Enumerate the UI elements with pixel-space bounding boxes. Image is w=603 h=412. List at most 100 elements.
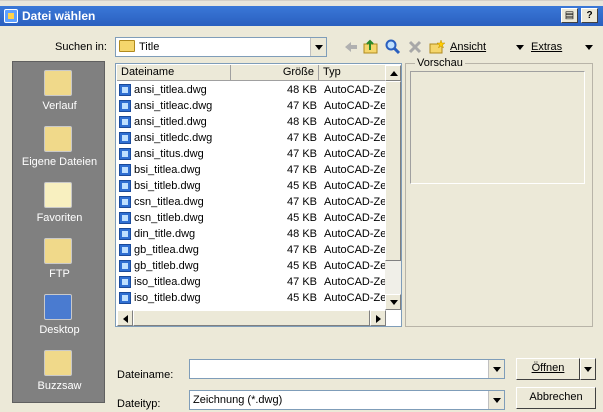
file-row[interactable]: bsi_titlea.dwg 47 KB AutoCAD-Zeic — [117, 162, 386, 178]
file-size: 47 KB — [287, 132, 317, 144]
file-size: 45 KB — [287, 292, 317, 304]
file-row[interactable]: csn_titlea.dwg 47 KB AutoCAD-Zeic — [117, 194, 386, 210]
place-favoriten[interactable]: Favoriten — [13, 178, 106, 238]
new-folder-icon[interactable] — [429, 39, 445, 55]
preview-label: Vorschau — [415, 57, 465, 69]
file-name: ansi_titledc.dwg — [134, 132, 213, 144]
dwg-file-icon — [119, 132, 131, 144]
file-row[interactable]: gb_titlea.dwg 47 KB AutoCAD-Zeic — [117, 242, 386, 258]
file-type: AutoCAD-Zeic — [324, 276, 386, 288]
file-size: 47 KB — [287, 100, 317, 112]
cancel-button[interactable]: Abbrechen — [516, 387, 596, 409]
open-options-button[interactable] — [580, 358, 596, 380]
vertical-scrollbar[interactable] — [385, 65, 401, 310]
file-name: iso_titleb.dwg — [134, 292, 201, 304]
file-type: AutoCAD-Zeic — [324, 212, 386, 224]
view-dropdown-icon[interactable] — [516, 45, 524, 50]
place-verlauf[interactable]: Verlauf — [13, 66, 106, 126]
file-name: din_title.dwg — [134, 228, 196, 240]
file-row[interactable]: ansi_titledc.dwg 47 KB AutoCAD-Zeic — [117, 130, 386, 146]
lookin-combo[interactable]: Title — [115, 37, 327, 57]
file-row[interactable]: ansi_titus.dwg 47 KB AutoCAD-Zeic — [117, 146, 386, 162]
preview-box — [410, 71, 585, 184]
dwg-file-icon — [119, 84, 131, 96]
scroll-up-button[interactable] — [385, 65, 401, 81]
file-name: gb_titlea.dwg — [134, 244, 199, 256]
view-menu-label: Ansicht — [450, 41, 487, 53]
file-size: 45 KB — [287, 260, 317, 272]
file-name: bsi_titlea.dwg — [134, 164, 201, 176]
filetype-combo[interactable]: Zeichnung (*.dwg) — [189, 390, 505, 410]
file-list[interactable]: Dateiname Größe Typ ansi_titlea.dwg 48 KB… — [115, 63, 402, 327]
dwg-file-icon — [119, 148, 131, 160]
file-name: ansi_titleac.dwg — [134, 100, 213, 112]
file-name: csn_titlea.dwg — [134, 196, 204, 208]
column-header-name[interactable]: Dateiname — [117, 65, 231, 81]
column-header-type[interactable]: Typ — [319, 65, 386, 81]
filename-label: Dateiname: — [117, 369, 174, 381]
dwg-file-icon — [119, 116, 131, 128]
column-header-size[interactable]: Größe — [231, 65, 319, 81]
extras-dropdown-icon[interactable] — [585, 45, 593, 50]
place-desktop[interactable]: Desktop — [13, 290, 106, 350]
back-icon[interactable] — [343, 39, 359, 55]
title-bar[interactable]: Datei wählen ▤ ? — [0, 6, 603, 26]
file-name: ansi_titus.dwg — [134, 148, 204, 160]
file-type: AutoCAD-Zeic — [324, 164, 386, 176]
file-row[interactable]: iso_titleb.dwg 45 KB AutoCAD-Zeic — [117, 290, 386, 306]
file-row[interactable]: gb_titleb.dwg 45 KB AutoCAD-Zeic — [117, 258, 386, 274]
folder-icon — [119, 40, 135, 52]
dwg-file-icon — [119, 244, 131, 256]
file-row[interactable]: ansi_titled.dwg 48 KB AutoCAD-Zeic — [117, 114, 386, 130]
horizontal-scroll-thumb[interactable] — [133, 310, 370, 326]
file-type: AutoCAD-Zeic — [324, 148, 386, 160]
extras-menu[interactable]: Extras — [531, 41, 562, 53]
delete-icon[interactable] — [407, 39, 423, 55]
scroll-down-button[interactable] — [385, 294, 401, 310]
place-ftp[interactable]: FTP — [13, 234, 106, 294]
chevron-down-icon[interactable] — [488, 360, 504, 378]
dwg-file-icon — [119, 260, 131, 272]
window-title: Datei wählen — [22, 9, 96, 23]
buzzsaw-icon — [44, 350, 72, 376]
chevron-down-icon[interactable] — [488, 391, 504, 409]
my-documents-icon — [44, 126, 72, 152]
place-eigene-dateien[interactable]: Eigene Dateien — [13, 122, 106, 182]
scroll-thumb[interactable] — [385, 81, 401, 261]
file-row[interactable]: din_title.dwg 48 KB AutoCAD-Zeic — [117, 226, 386, 242]
view-menu[interactable]: Ansicht — [450, 41, 486, 53]
place-buzzsaw[interactable]: Buzzsaw — [13, 346, 106, 406]
horizontal-scrollbar[interactable] — [117, 310, 386, 326]
scroll-right-button[interactable] — [370, 310, 386, 326]
file-size: 48 KB — [287, 228, 317, 240]
file-size: 47 KB — [287, 244, 317, 256]
chevron-down-icon[interactable] — [310, 38, 326, 56]
file-name: bsi_titleb.dwg — [134, 180, 201, 192]
file-type: AutoCAD-Zeic — [324, 292, 386, 304]
file-name: ansi_titled.dwg — [134, 116, 207, 128]
search-web-icon[interactable] — [385, 39, 401, 55]
filename-combo[interactable] — [189, 359, 505, 379]
file-row[interactable]: iso_titlea.dwg 47 KB AutoCAD-Zeic — [117, 274, 386, 290]
file-size: 47 KB — [287, 276, 317, 288]
file-size: 48 KB — [287, 84, 317, 96]
open-button[interactable]: Öffnen — [516, 358, 580, 380]
filetype-value: Zeichnung (*.dwg) — [193, 394, 283, 406]
place-label: Desktop — [39, 324, 80, 336]
file-row[interactable]: ansi_titlea.dwg 48 KB AutoCAD-Zeic — [117, 82, 386, 98]
dwg-file-icon — [119, 180, 131, 192]
scroll-left-button[interactable] — [117, 310, 133, 326]
help-close-button[interactable]: ? — [581, 8, 598, 23]
file-type: AutoCAD-Zeic — [324, 228, 386, 240]
places-bar: Verlauf Eigene Dateien Favoriten FTP Des… — [12, 61, 105, 403]
file-row[interactable]: csn_titleb.dwg 45 KB AutoCAD-Zeic — [117, 210, 386, 226]
file-row[interactable]: ansi_titleac.dwg 47 KB AutoCAD-Zeic — [117, 98, 386, 114]
up-folder-icon[interactable] — [363, 39, 379, 55]
dwg-file-icon — [119, 276, 131, 288]
file-row[interactable]: bsi_titleb.dwg 45 KB AutoCAD-Zeic — [117, 178, 386, 194]
dwg-file-icon — [119, 100, 131, 112]
menu-icon[interactable]: ▤ — [561, 8, 578, 23]
place-label: FTP — [49, 268, 70, 280]
file-size: 47 KB — [287, 196, 317, 208]
favorites-icon — [44, 182, 72, 208]
